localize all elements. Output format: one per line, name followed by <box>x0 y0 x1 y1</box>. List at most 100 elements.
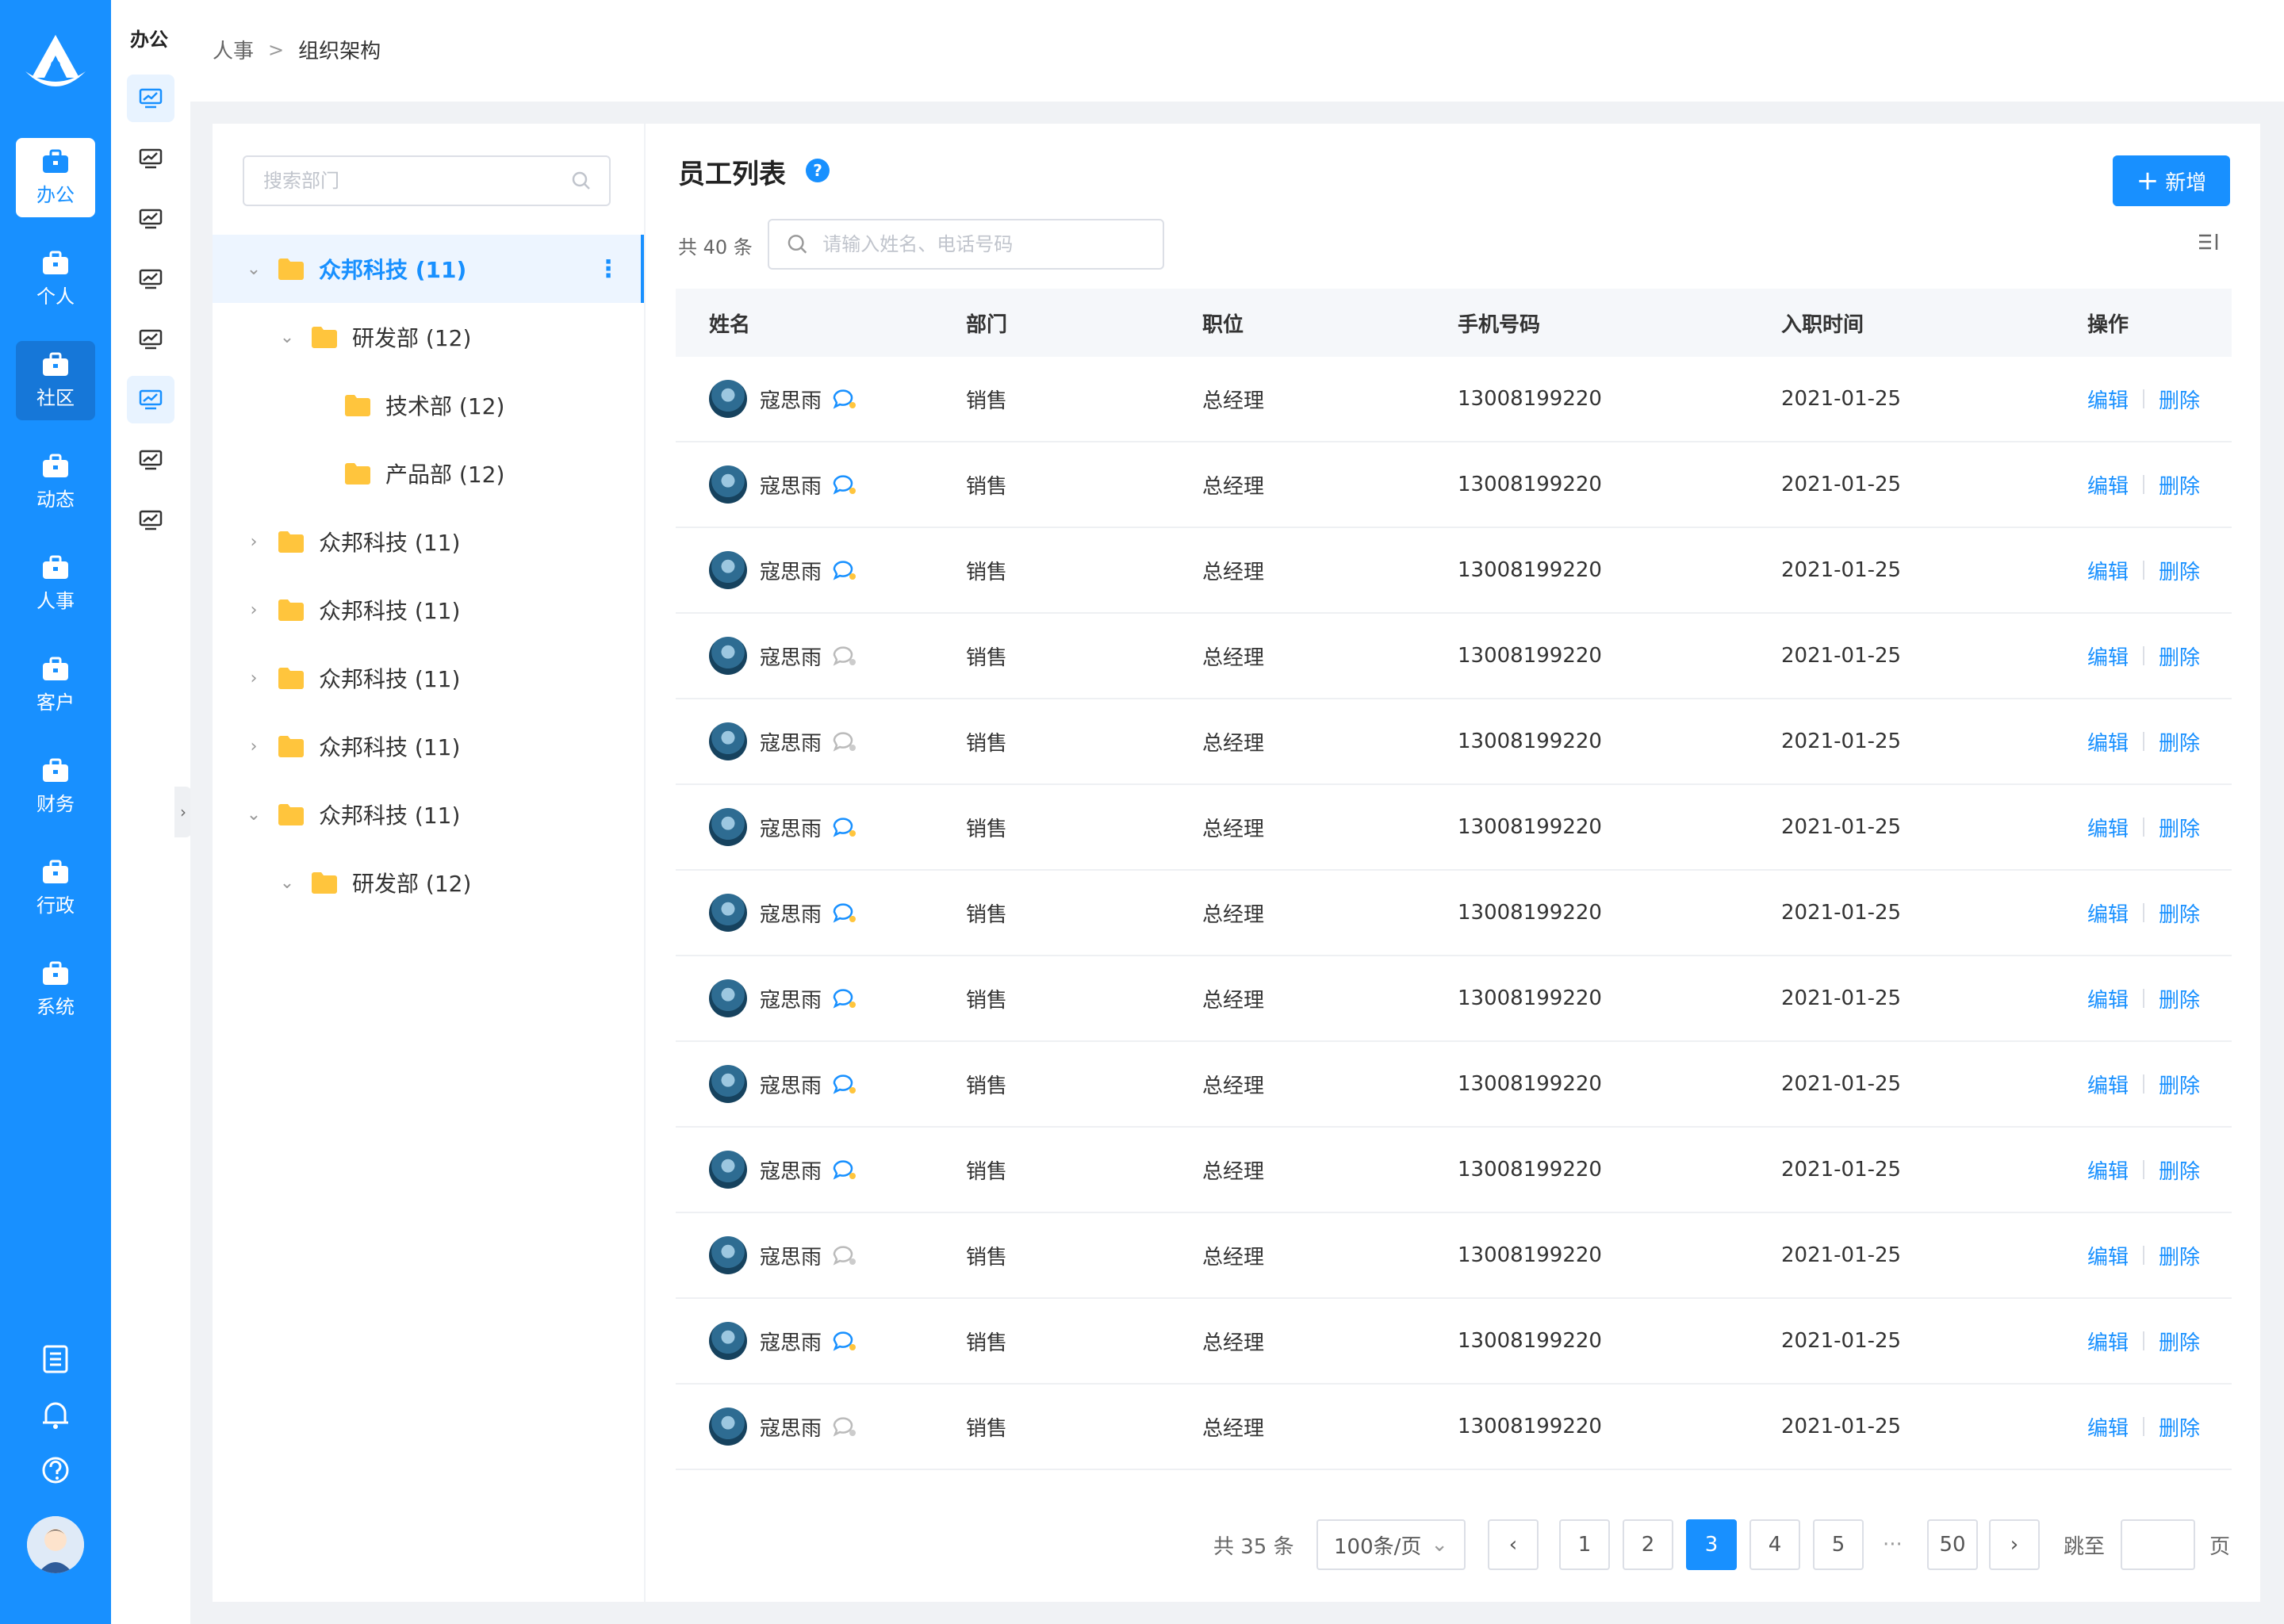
add-employee-button[interactable]: + 新增 <box>2113 155 2230 206</box>
delete-link[interactable]: 删除 <box>2159 1412 2200 1442</box>
employee-name[interactable]: 寇思雨 <box>760 1412 822 1442</box>
page-button[interactable]: 1 <box>1559 1519 1610 1570</box>
department-search-input[interactable] <box>262 169 563 193</box>
employee-name[interactable]: 寇思雨 <box>760 556 822 585</box>
edit-link[interactable]: 编辑 <box>2087 898 2129 928</box>
page-button[interactable]: 4 <box>1749 1519 1800 1570</box>
collapse-toggle-button[interactable]: › <box>174 787 192 837</box>
notes-icon[interactable] <box>0 1343 111 1375</box>
chat-icon[interactable] <box>831 730 858 753</box>
delete-link[interactable]: 删除 <box>2159 727 2200 756</box>
tree-node[interactable]: ⌄ 众邦科技 (11) <box>213 780 644 848</box>
employee-name[interactable]: 寇思雨 <box>760 1155 822 1185</box>
delete-link[interactable]: 删除 <box>2159 385 2200 414</box>
sub-nav-item-4[interactable] <box>127 316 174 363</box>
sub-nav-item-0[interactable] <box>127 75 174 122</box>
rail-item-6[interactable]: 财务 <box>16 747 95 826</box>
delete-link[interactable]: 删除 <box>2159 1327 2200 1356</box>
employee-name[interactable]: 寇思雨 <box>760 1327 822 1356</box>
next-page-button[interactable]: › <box>1989 1519 2040 1570</box>
rail-item-3[interactable]: 动态 <box>16 442 95 522</box>
edit-link[interactable]: 编辑 <box>2087 984 2129 1013</box>
page-button[interactable]: 2 <box>1623 1519 1673 1570</box>
chat-icon[interactable] <box>831 815 858 839</box>
help-icon[interactable] <box>0 1454 111 1486</box>
prev-page-button[interactable]: ‹ <box>1488 1519 1539 1570</box>
edit-link[interactable]: 编辑 <box>2087 1155 2129 1185</box>
chevron-right-icon[interactable]: › <box>244 532 263 552</box>
employee-name[interactable]: 寇思雨 <box>760 984 822 1013</box>
more-vertical-icon[interactable]: ⋮ <box>596 255 620 283</box>
chevron-right-icon[interactable]: › <box>244 737 263 756</box>
rail-item-5[interactable]: 客户 <box>16 645 95 725</box>
chat-icon[interactable] <box>831 1158 858 1182</box>
department-search[interactable] <box>243 155 611 206</box>
user-avatar[interactable] <box>27 1516 84 1573</box>
edit-link[interactable]: 编辑 <box>2087 1070 2129 1099</box>
delete-link[interactable]: 删除 <box>2159 984 2200 1013</box>
app-logo[interactable] <box>19 30 92 97</box>
page-button[interactable]: 5 <box>1813 1519 1864 1570</box>
tree-node[interactable]: › 众邦科技 (11) <box>213 712 644 780</box>
chevron-right-icon[interactable]: › <box>244 668 263 688</box>
rail-item-2[interactable]: 社区 <box>16 341 95 420</box>
delete-link[interactable]: 删除 <box>2159 1070 2200 1099</box>
chat-icon[interactable] <box>831 1415 858 1438</box>
rail-item-1[interactable]: 个人 <box>16 239 95 319</box>
sub-nav-item-2[interactable] <box>127 195 174 243</box>
rail-item-4[interactable]: 人事 <box>16 544 95 623</box>
page-size-select[interactable]: 100条/页 ⌄ <box>1316 1519 1466 1570</box>
edit-link[interactable]: 编辑 <box>2087 813 2129 842</box>
tree-node[interactable]: ⌄ 研发部 (12) <box>213 848 644 917</box>
sub-nav-item-5[interactable] <box>127 376 174 423</box>
rail-item-8[interactable]: 系统 <box>16 950 95 1029</box>
chevron-down-icon[interactable]: ⌄ <box>278 873 297 893</box>
search-icon[interactable] <box>571 170 592 191</box>
jump-page-input[interactable] <box>2121 1519 2195 1570</box>
chevron-down-icon[interactable]: ⌄ <box>244 259 263 279</box>
employee-name[interactable]: 寇思雨 <box>760 1070 822 1099</box>
employee-name[interactable]: 寇思雨 <box>760 727 822 756</box>
chat-icon[interactable] <box>831 901 858 925</box>
tree-node[interactable]: 技术部 (12) <box>213 371 644 439</box>
tree-node[interactable]: › 众邦科技 (11) <box>213 508 644 576</box>
page-button[interactable]: 3 <box>1686 1519 1737 1570</box>
chevron-right-icon[interactable]: › <box>244 600 263 620</box>
delete-link[interactable]: 删除 <box>2159 1155 2200 1185</box>
employee-name[interactable]: 寇思雨 <box>760 385 822 414</box>
tree-node[interactable]: › 众邦科技 (11) <box>213 576 644 644</box>
delete-link[interactable]: 删除 <box>2159 898 2200 928</box>
delete-link[interactable]: 删除 <box>2159 556 2200 585</box>
chevron-down-icon[interactable]: ⌄ <box>244 805 263 825</box>
chat-icon[interactable] <box>831 1243 858 1267</box>
chat-icon[interactable] <box>831 387 858 411</box>
delete-link[interactable]: 删除 <box>2159 642 2200 671</box>
bell-icon[interactable] <box>0 1399 111 1431</box>
page-button-last[interactable]: 50 <box>1927 1519 1978 1570</box>
employee-name[interactable]: 寇思雨 <box>760 1241 822 1270</box>
employee-name[interactable]: 寇思雨 <box>760 642 822 671</box>
chat-icon[interactable] <box>831 1329 858 1353</box>
help-icon[interactable]: ? <box>806 159 830 182</box>
employee-name[interactable]: 寇思雨 <box>760 470 822 500</box>
edit-link[interactable]: 编辑 <box>2087 470 2129 500</box>
edit-link[interactable]: 编辑 <box>2087 1327 2129 1356</box>
delete-link[interactable]: 删除 <box>2159 1241 2200 1270</box>
sub-nav-item-7[interactable] <box>127 496 174 544</box>
tree-node[interactable]: ⌄ 众邦科技 (11) ⋮ <box>213 235 644 303</box>
sub-nav-item-3[interactable] <box>127 255 174 303</box>
edit-link[interactable]: 编辑 <box>2087 556 2129 585</box>
tree-node[interactable]: 产品部 (12) <box>213 439 644 508</box>
sub-nav-item-6[interactable] <box>127 436 174 484</box>
delete-link[interactable]: 删除 <box>2159 813 2200 842</box>
sub-nav-item-1[interactable] <box>127 135 174 182</box>
tree-node[interactable]: › 众邦科技 (11) <box>213 644 644 712</box>
column-settings-icon[interactable] <box>2197 230 2221 254</box>
pagination-ellipsis[interactable]: ··· <box>1883 1519 1903 1570</box>
edit-link[interactable]: 编辑 <box>2087 727 2129 756</box>
edit-link[interactable]: 编辑 <box>2087 1241 2129 1270</box>
rail-item-7[interactable]: 行政 <box>16 848 95 928</box>
chat-icon[interactable] <box>831 1072 858 1096</box>
employee-search-input[interactable] <box>821 232 1145 256</box>
chat-icon[interactable] <box>831 986 858 1010</box>
